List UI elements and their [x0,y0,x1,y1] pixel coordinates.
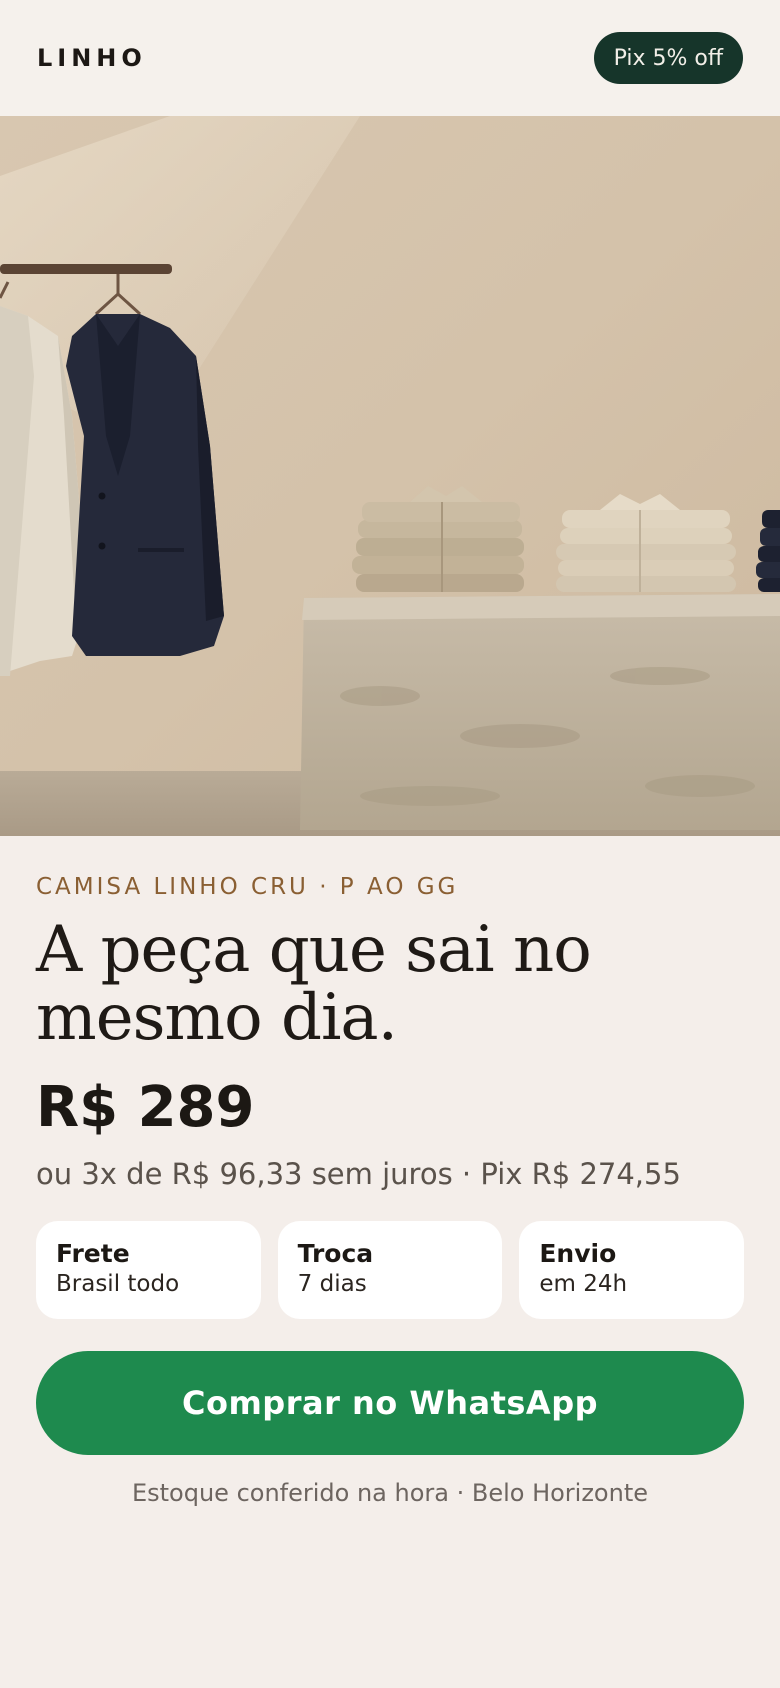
product-eyebrow: CAMISA LINHO CRU · P AO GG [36,874,459,900]
feature-card-envio: Envio em 24h [519,1221,745,1319]
feature-title: Frete [56,1239,130,1268]
product-price: R$ 289 [36,1075,255,1140]
feature-cards: Frete Brasil todo Troca 7 dias Envio em … [36,1221,745,1319]
feature-title: Envio [539,1239,617,1268]
buy-whatsapp-button[interactable]: Comprar no WhatsApp [36,1351,744,1455]
brand-logo[interactable]: LINHO [37,44,147,72]
feature-title: Troca [297,1239,374,1268]
stock-note: Estoque conferido na hora · Belo Horizon… [131,1479,649,1507]
pix-discount-badge: Pix 5% off [593,32,743,84]
installments-info: ou 3x de R$ 96,33 sem juros · Pix R$ 274… [36,1157,681,1191]
top-bar: LINHO Pix 5% off [0,0,780,116]
feature-subtitle: em 24h [539,1271,628,1297]
feature-subtitle: Brasil todo [56,1271,180,1297]
hero-product-image [0,116,780,836]
feature-card-frete: Frete Brasil todo [36,1221,261,1319]
feature-subtitle: 7 dias [297,1271,367,1297]
feature-card-troca: Troca 7 dias [277,1221,503,1319]
product-headline: A peça que sai no mesmo dia. [36,913,592,1055]
